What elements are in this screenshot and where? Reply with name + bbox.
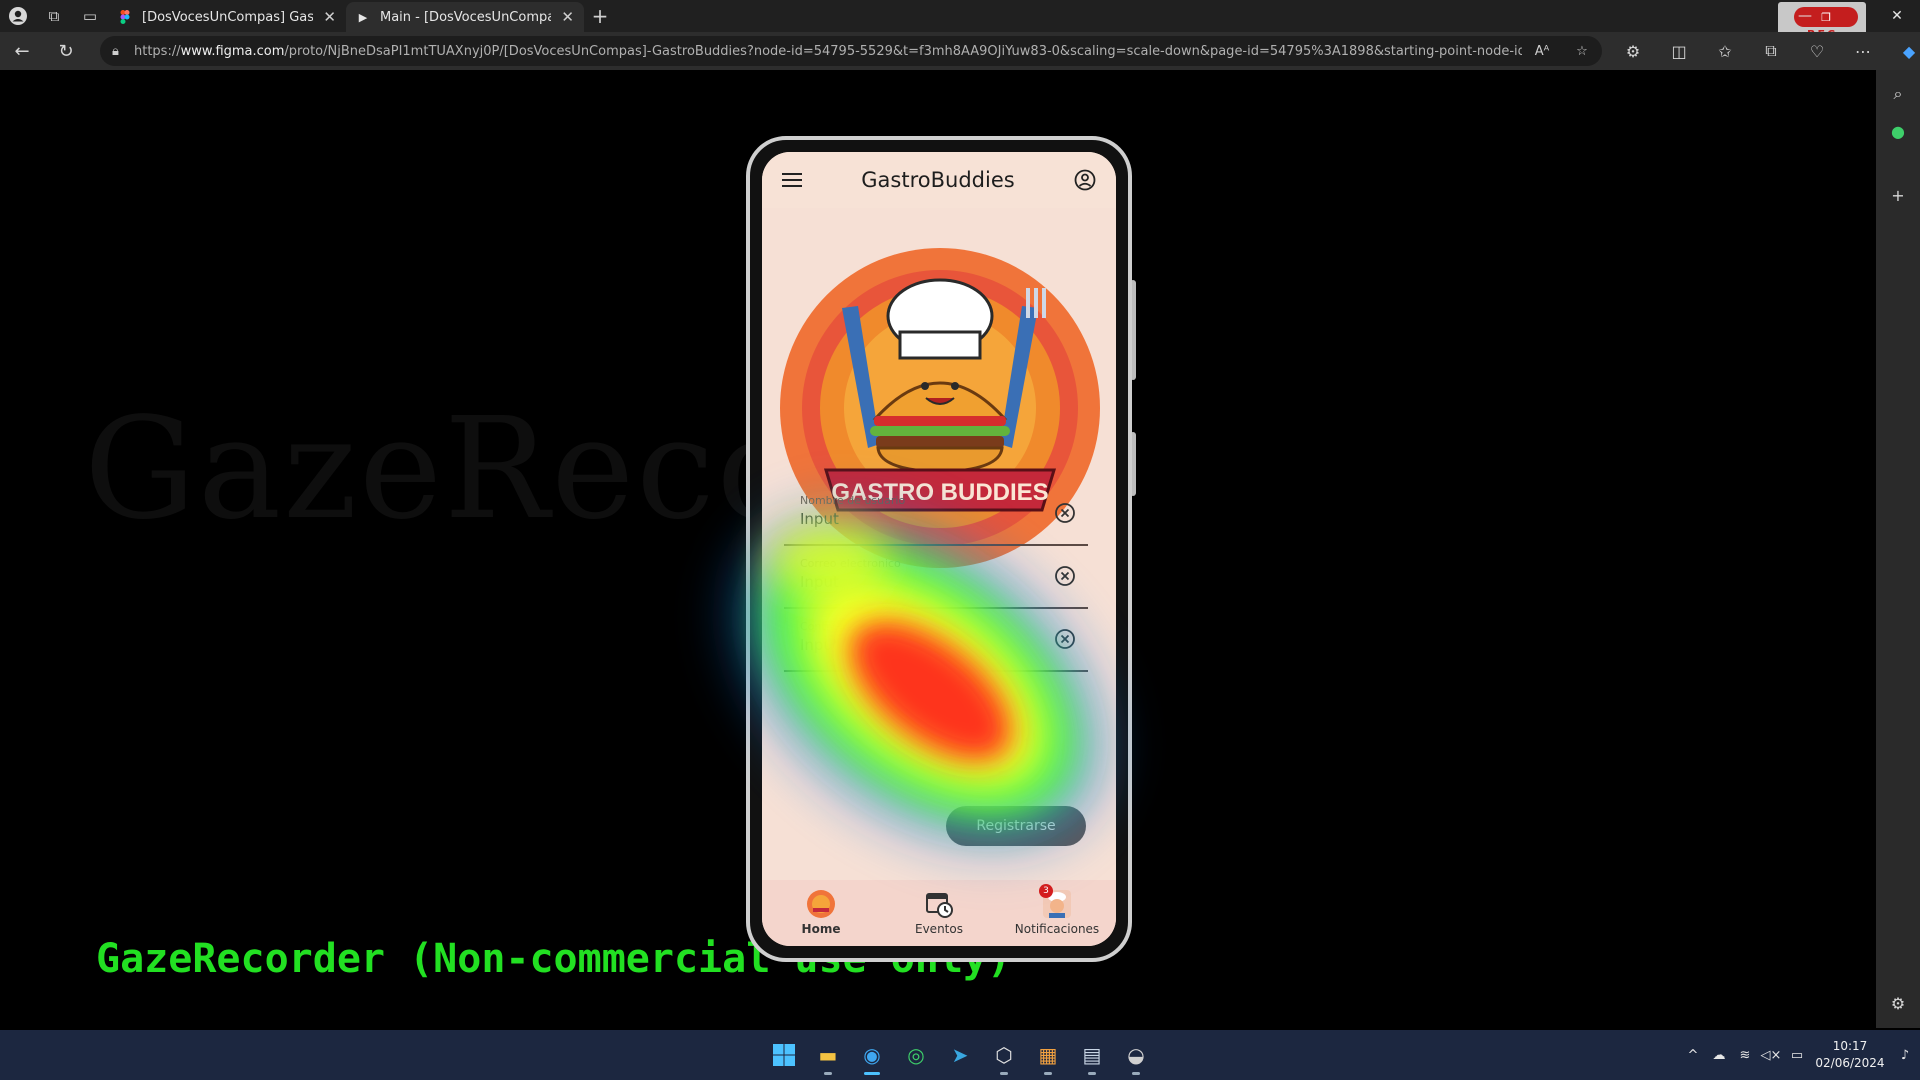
calendar-clock-icon bbox=[926, 893, 953, 918]
browser-toolbar: ← ↻ 🔒︎ https://www.figma.com/proto/NjBne… bbox=[0, 32, 1920, 70]
profile-icon[interactable] bbox=[0, 0, 36, 32]
hamburger-menu-icon[interactable] bbox=[782, 173, 802, 187]
copilot-icon[interactable]: ◆ bbox=[1886, 32, 1920, 70]
windows-start-icon[interactable] bbox=[768, 1039, 800, 1071]
document-icon[interactable]: ▤ bbox=[1076, 1039, 1108, 1075]
collections-icon[interactable]: ⧉ bbox=[1748, 32, 1794, 70]
url-text: https://www.figma.com/proto/NjBneDsaPI1m… bbox=[134, 43, 1522, 59]
lock-icon: 🔒︎ bbox=[112, 43, 119, 59]
nav-item-eventos[interactable]: Eventos bbox=[880, 880, 998, 946]
minimize-icon[interactable]: — bbox=[1782, 0, 1828, 32]
phone-frame: GastroBuddies GASTRO BUDDIES Nombre de u… bbox=[746, 136, 1132, 962]
username-field[interactable]: Nombre de usuario Input bbox=[784, 486, 1088, 546]
extensions-icon[interactable]: ⚙︎ bbox=[1610, 32, 1656, 70]
3d-app-icon[interactable]: ⬡ bbox=[988, 1039, 1020, 1075]
tab-figma-prototype[interactable]: ▶ Main - [DosVocesUnCompas] GastroBuddie… bbox=[346, 2, 584, 32]
email-field[interactable]: Correo electronico Input bbox=[784, 549, 1088, 609]
add-sidebar-app-icon[interactable]: + bbox=[1876, 186, 1920, 205]
search-icon[interactable]: ⌕ bbox=[1876, 84, 1920, 104]
clear-icon[interactable] bbox=[1054, 628, 1076, 650]
toolbar-icons: ⚙︎ ◫ ✩ ⧉ ♡ ⋯ ◆ bbox=[1610, 32, 1920, 70]
whatsapp-icon[interactable]: ● bbox=[1876, 122, 1920, 141]
favorites-icon[interactable]: ✩ bbox=[1702, 32, 1748, 70]
window-controls: — ▢ ✕ bbox=[1782, 0, 1920, 32]
bottom-navigation: Home Eventos 3 Notificaciones bbox=[762, 880, 1116, 946]
register-button[interactable]: Registrarse bbox=[946, 806, 1086, 846]
nav-label-notificaciones: Notificaciones bbox=[1014, 922, 1100, 936]
notification-bell-icon[interactable]: ♪ bbox=[1890, 1048, 1920, 1063]
password-label: Contraseña bbox=[800, 620, 864, 633]
gazerecorder-eye-icon[interactable]: ◒ bbox=[1120, 1039, 1152, 1075]
chevron-up-icon[interactable]: ^ bbox=[1680, 1048, 1706, 1063]
close-tab-icon[interactable]: ✕ bbox=[323, 8, 336, 26]
address-bar[interactable]: 🔒︎ https://www.figma.com/proto/NjBneDsaP… bbox=[100, 36, 1602, 66]
clock-time: 10:17 bbox=[1832, 1039, 1868, 1053]
refresh-icon[interactable]: ↻ bbox=[44, 32, 88, 70]
account-icon[interactable] bbox=[1074, 169, 1096, 191]
app-icon[interactable]: ▦ bbox=[1032, 1039, 1064, 1075]
split-screen-icon[interactable]: ◫ bbox=[1656, 32, 1702, 70]
play-icon: ▶ bbox=[358, 10, 368, 24]
username-label: Nombre de usuario bbox=[800, 494, 906, 507]
wifi-icon[interactable]: ≋ bbox=[1732, 1048, 1758, 1063]
battery-icon[interactable]: ▭ bbox=[1784, 1048, 1810, 1063]
workspaces-icon[interactable]: ⧉ bbox=[36, 0, 72, 32]
windows-taskbar: ▬ ◉ ◎ ➤ ⬡ ▦ ▤ ◒ ^ ☁︎ ≋ ◁× ▭ 10:17 02/06/… bbox=[0, 1030, 1920, 1080]
system-tray: ^ ☁︎ ≋ ◁× ▭ 10:17 02/06/2024 ♪ bbox=[1680, 1030, 1920, 1080]
app-bar: GastroBuddies bbox=[762, 152, 1116, 208]
tab-title: [DosVocesUnCompas] GastroBuddies bbox=[142, 9, 314, 25]
close-tab-icon[interactable]: ✕ bbox=[561, 8, 574, 26]
notifications-avatar: 3 bbox=[1039, 884, 1073, 920]
vertical-tabs-icon[interactable]: ▭ bbox=[72, 0, 108, 32]
nav-item-notificaciones[interactable]: 3 Notificaciones bbox=[998, 880, 1116, 946]
tab-title: Main - [DosVocesUnCompas] GastroBuddies bbox=[380, 9, 552, 25]
username-input[interactable]: Input bbox=[800, 510, 839, 528]
speaker-muted-icon[interactable]: ◁× bbox=[1758, 1048, 1784, 1063]
password-input[interactable]: Input bbox=[800, 636, 839, 654]
email-label: Correo electronico bbox=[800, 557, 901, 570]
onedrive-icon[interactable]: ☁︎ bbox=[1706, 1048, 1732, 1063]
telegram-icon[interactable]: ➤ bbox=[944, 1039, 976, 1071]
back-icon[interactable]: ← bbox=[0, 32, 44, 70]
edge-browser-icon[interactable]: ◉ bbox=[856, 1039, 888, 1075]
home-logo-icon bbox=[807, 890, 835, 918]
nav-item-home[interactable]: Home bbox=[762, 880, 880, 946]
favorite-star-icon[interactable]: ☆ bbox=[1562, 44, 1602, 59]
nav-label-eventos: Eventos bbox=[915, 922, 963, 936]
new-tab-button[interactable]: + bbox=[584, 0, 616, 32]
browser-tab-strip: ⧉ ▭ [DosVocesUnCompas] GastroBuddies ✕ ▶… bbox=[0, 0, 1920, 42]
nav-label-home: Home bbox=[801, 922, 841, 936]
more-icon[interactable]: ⋯ bbox=[1840, 32, 1886, 70]
app-screen: GastroBuddies GASTRO BUDDIES Nombre de u… bbox=[762, 152, 1116, 946]
edge-sidebar: ⌕ ● + ⚙︎ bbox=[1876, 70, 1920, 1028]
password-field[interactable]: Contraseña Input bbox=[784, 612, 1088, 672]
email-input[interactable]: Input bbox=[800, 573, 839, 591]
clock-date: 02/06/2024 bbox=[1815, 1056, 1885, 1070]
sidebar-settings-icon[interactable]: ⚙︎ bbox=[1876, 994, 1920, 1013]
clear-icon[interactable] bbox=[1054, 502, 1076, 524]
file-explorer-icon[interactable]: ▬ bbox=[812, 1039, 844, 1075]
tab-figma-file[interactable]: [DosVocesUnCompas] GastroBuddies ✕ bbox=[108, 2, 346, 32]
screen: ⧉ ▭ [DosVocesUnCompas] GastroBuddies ✕ ▶… bbox=[0, 0, 1920, 1080]
performance-icon[interactable]: ♡ bbox=[1794, 32, 1840, 70]
figma-icon bbox=[118, 10, 132, 24]
system-clock[interactable]: 10:17 02/06/2024 bbox=[1810, 1038, 1890, 1072]
clear-icon[interactable] bbox=[1054, 565, 1076, 587]
app-title: GastroBuddies bbox=[861, 168, 1015, 192]
read-aloud-icon[interactable]: Aᴬ bbox=[1522, 44, 1562, 59]
notification-badge: 3 bbox=[1039, 884, 1053, 898]
whatsapp-taskbar-icon[interactable]: ◎ bbox=[900, 1039, 932, 1071]
close-window-icon[interactable]: ✕ bbox=[1874, 0, 1920, 32]
